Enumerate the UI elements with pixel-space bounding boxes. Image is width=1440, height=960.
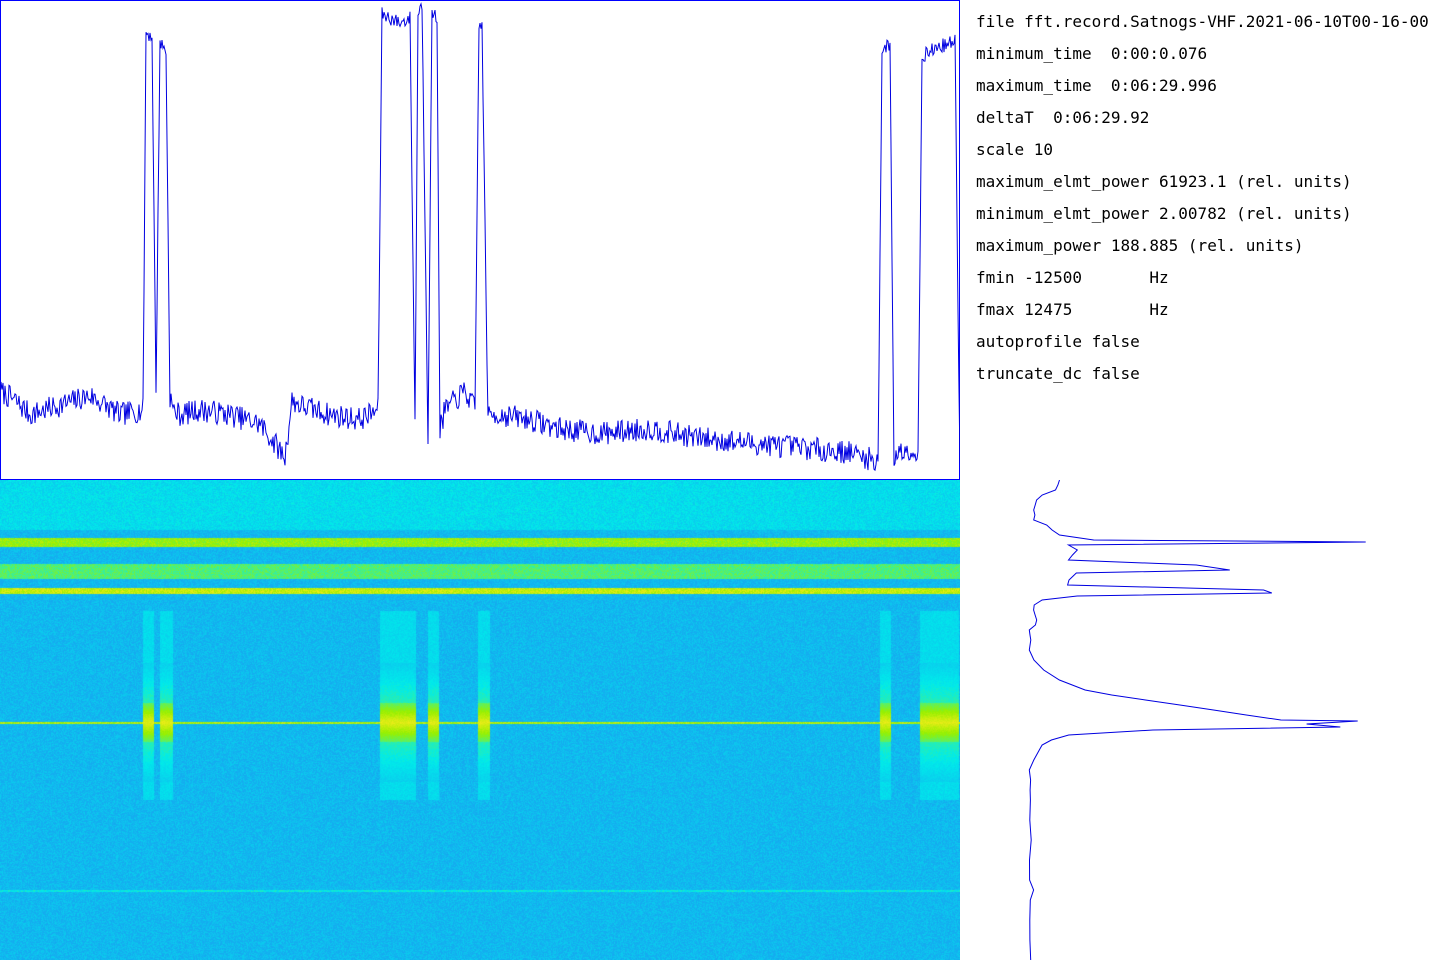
record-info-panel: file fft.record.Satnogs-VHF.2021-06-10T0… xyxy=(976,10,1440,390)
info-minimum-time: minimum_time 0:00:0.076 xyxy=(976,44,1208,63)
info-maximum-time: maximum_time 0:06:29.996 xyxy=(976,76,1217,95)
info-maximum-power: maximum_power 188.885 (rel. units) xyxy=(976,236,1304,255)
power-vs-time-svg xyxy=(0,0,960,480)
power-trace-line xyxy=(0,2,960,472)
info-minimum-elmt-power: minimum_elmt_power 2.00782 (rel. units) xyxy=(976,204,1352,223)
spectrum-profile-line xyxy=(1028,480,1366,960)
spectrum-profile-plot xyxy=(960,480,1440,960)
info-delta-t: deltaT 0:06:29.92 xyxy=(976,108,1150,127)
fft-record-page: file fft.record.Satnogs-VHF.2021-06-10T0… xyxy=(0,0,1440,960)
spectrogram-waterfall xyxy=(0,480,960,960)
info-scale: scale 10 xyxy=(976,140,1054,159)
info-maximum-elmt-power: maximum_elmt_power 61923.1 (rel. units) xyxy=(976,172,1352,191)
spectrum-profile-svg xyxy=(1028,480,1366,960)
info-fmax: fmax 12475 Hz xyxy=(976,300,1169,319)
power-vs-time-plot xyxy=(0,0,960,480)
info-truncate-dc: truncate_dc false xyxy=(976,364,1140,383)
info-file: file fft.record.Satnogs-VHF.2021-06-10T0… xyxy=(976,12,1429,31)
spectrogram-canvas xyxy=(0,480,960,960)
info-fmin: fmin -12500 Hz xyxy=(976,268,1169,287)
info-autoprofile: autoprofile false xyxy=(976,332,1140,351)
